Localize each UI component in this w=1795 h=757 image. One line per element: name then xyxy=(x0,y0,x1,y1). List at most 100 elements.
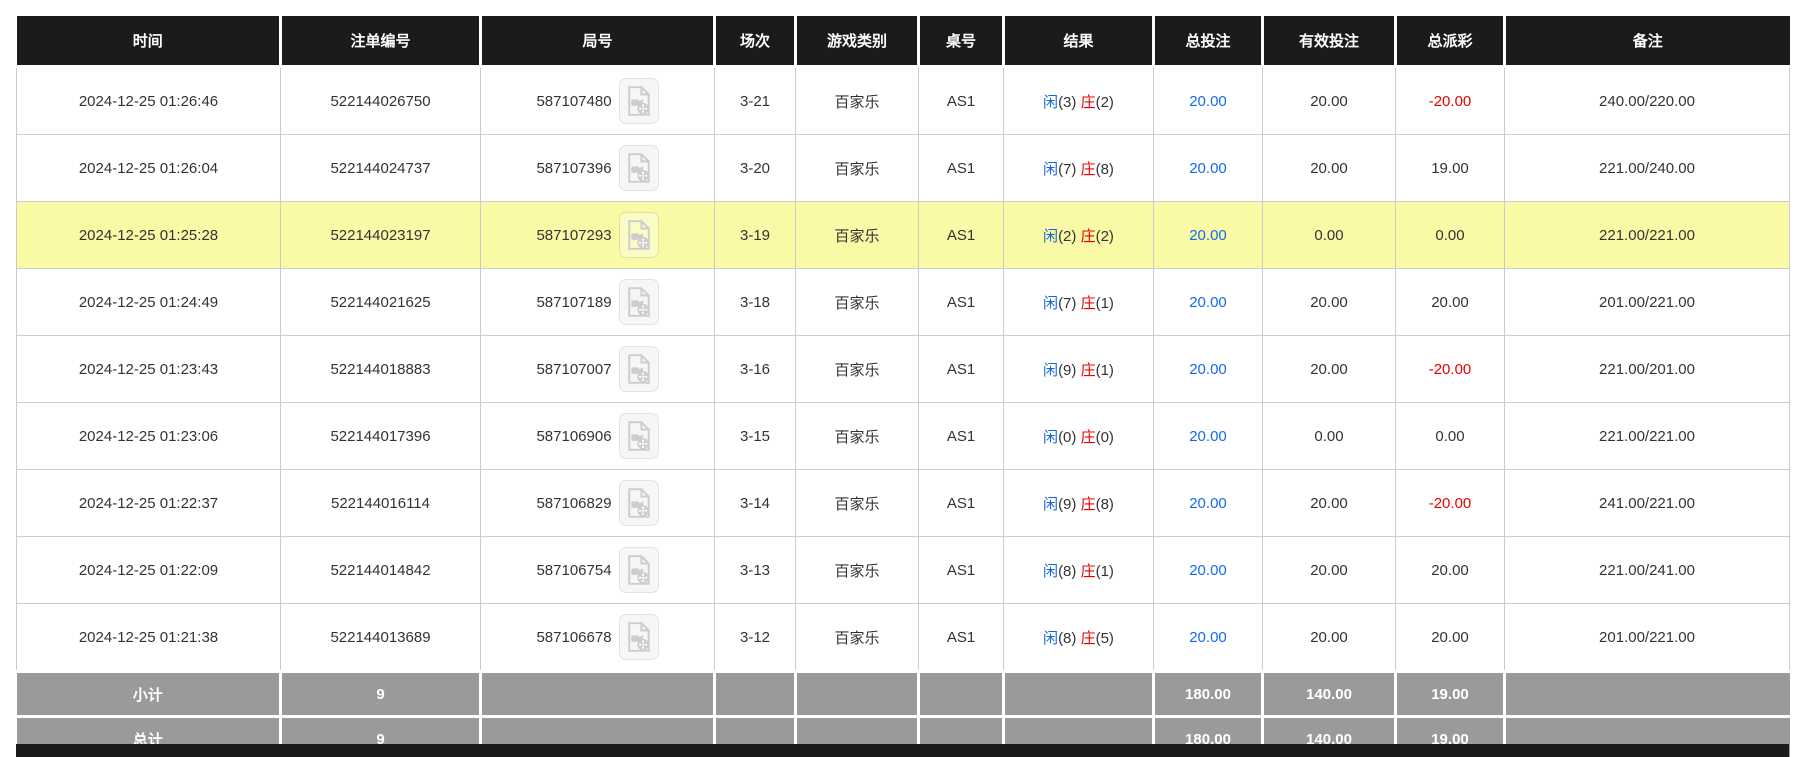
subtotal-cell-table_no xyxy=(919,672,1004,717)
cell-round-id: 587107480 xyxy=(481,67,715,135)
cell-session: 3-20 xyxy=(715,135,796,202)
cell-valid-bet: 0.00 xyxy=(1263,403,1396,470)
total-bet-value[interactable]: 20.00 xyxy=(1189,93,1227,110)
video-replay-button[interactable] xyxy=(619,279,659,325)
video-replay-button[interactable] xyxy=(619,480,659,526)
result-player-label: 闲 xyxy=(1043,161,1058,178)
table-row[interactable]: 2024-12-25 01:26:04522144024737587107396… xyxy=(17,135,1790,202)
result-banker-label: 庄 xyxy=(1081,496,1096,513)
cell-table-no: AS1 xyxy=(919,269,1004,336)
column-header-valid_bet: 有效投注 xyxy=(1263,16,1396,67)
table-row[interactable]: 2024-12-25 01:23:43522144018883587107007… xyxy=(17,336,1790,403)
result-player-score: (7) xyxy=(1058,161,1076,178)
result-player-score: (7) xyxy=(1058,295,1076,312)
cell-session: 3-21 xyxy=(715,67,796,135)
cell-remark: 201.00/221.00 xyxy=(1505,604,1790,672)
total-bet-value[interactable]: 20.00 xyxy=(1189,294,1227,311)
bet-history-screen: 时间注单编号局号场次游戏类别桌号结果总投注有效投注总派彩备注 2024-12-2… xyxy=(0,0,1795,757)
cell-remark: 221.00/201.00 xyxy=(1505,336,1790,403)
total-bet-value[interactable]: 20.00 xyxy=(1189,629,1227,646)
result-player-label: 闲 xyxy=(1043,94,1058,111)
cell-session: 3-14 xyxy=(715,470,796,537)
cell-valid-bet: 20.00 xyxy=(1263,336,1396,403)
round-id-text: 587106906 xyxy=(536,428,611,445)
subtotal-cell-payout: 19.00 xyxy=(1396,672,1505,717)
cell-bet-id: 522144021625 xyxy=(281,269,481,336)
round-id-wrap: 587106829 xyxy=(536,480,658,526)
header-row: 时间注单编号局号场次游戏类别桌号结果总投注有效投注总派彩备注 xyxy=(17,16,1790,67)
cell-result: 闲(3) 庄(2) xyxy=(1004,67,1154,135)
cell-table-no: AS1 xyxy=(919,135,1004,202)
total-bet-value[interactable]: 20.00 xyxy=(1189,361,1227,378)
table-body: 2024-12-25 01:26:46522144026750587107480… xyxy=(17,67,1790,672)
total-bet-value[interactable]: 20.00 xyxy=(1189,428,1227,445)
table-row[interactable]: 2024-12-25 01:21:38522144013689587106678… xyxy=(17,604,1790,672)
cell-valid-bet: 20.00 xyxy=(1263,135,1396,202)
cell-result: 闲(7) 庄(8) xyxy=(1004,135,1154,202)
cell-total-bet: 20.00 xyxy=(1154,403,1263,470)
cell-time: 2024-12-25 01:25:28 xyxy=(17,202,281,269)
cell-session: 3-19 xyxy=(715,202,796,269)
table-row[interactable]: 2024-12-25 01:25:28522144023197587107293… xyxy=(17,202,1790,269)
result-banker-score: (2) xyxy=(1096,228,1114,245)
column-header-game_type: 游戏类别 xyxy=(796,16,919,67)
total-bet-value[interactable]: 20.00 xyxy=(1189,495,1227,512)
cell-payout: 0.00 xyxy=(1396,403,1505,470)
round-id-wrap: 587107396 xyxy=(536,145,658,191)
cell-valid-bet: 20.00 xyxy=(1263,470,1396,537)
subtotal-cell-round_id xyxy=(481,672,715,717)
subtotal-cell-total_bet: 180.00 xyxy=(1154,672,1263,717)
total-bet-value[interactable]: 20.00 xyxy=(1189,160,1227,177)
cell-bet-id: 522144013689 xyxy=(281,604,481,672)
result-banker-score: (1) xyxy=(1096,362,1114,379)
video-replay-button[interactable] xyxy=(619,346,659,392)
cell-round-id: 587107189 xyxy=(481,269,715,336)
video-replay-button[interactable] xyxy=(619,145,659,191)
table-row[interactable]: 2024-12-25 01:26:46522144026750587107480… xyxy=(17,67,1790,135)
subtotal-cell-result xyxy=(1004,672,1154,717)
video-file-icon xyxy=(626,219,652,251)
video-replay-button[interactable] xyxy=(619,614,659,660)
subtotal-cell-session xyxy=(715,672,796,717)
cell-round-id: 587106829 xyxy=(481,470,715,537)
table-row[interactable]: 2024-12-25 01:23:06522144017396587106906… xyxy=(17,403,1790,470)
cell-table-no: AS1 xyxy=(919,403,1004,470)
cell-game-type: 百家乐 xyxy=(796,135,919,202)
video-file-icon xyxy=(626,621,652,653)
total-bet-value[interactable]: 20.00 xyxy=(1189,562,1227,579)
cell-result: 闲(7) 庄(1) xyxy=(1004,269,1154,336)
cell-game-type: 百家乐 xyxy=(796,470,919,537)
subtotal-cell-bet_id: 9 xyxy=(281,672,481,717)
video-replay-button[interactable] xyxy=(619,413,659,459)
result-player-label: 闲 xyxy=(1043,228,1058,245)
total-bet-value[interactable]: 20.00 xyxy=(1189,227,1227,244)
cell-payout: -20.00 xyxy=(1396,67,1505,135)
table-row[interactable]: 2024-12-25 01:22:09522144014842587106754… xyxy=(17,537,1790,604)
video-replay-button[interactable] xyxy=(619,547,659,593)
result-banker-label: 庄 xyxy=(1081,228,1096,245)
cell-valid-bet: 20.00 xyxy=(1263,67,1396,135)
cell-session: 3-18 xyxy=(715,269,796,336)
result-player-score: (0) xyxy=(1058,429,1076,446)
cell-time: 2024-12-25 01:26:46 xyxy=(17,67,281,135)
round-id-wrap: 587107007 xyxy=(536,346,658,392)
cell-total-bet: 20.00 xyxy=(1154,470,1263,537)
cell-remark: 240.00/220.00 xyxy=(1505,67,1790,135)
video-file-icon xyxy=(626,487,652,519)
cell-time: 2024-12-25 01:23:43 xyxy=(17,336,281,403)
column-header-result: 结果 xyxy=(1004,16,1154,67)
video-replay-button[interactable] xyxy=(619,212,659,258)
table-row[interactable]: 2024-12-25 01:24:49522144021625587107189… xyxy=(17,269,1790,336)
video-replay-button[interactable] xyxy=(619,78,659,124)
round-id-text: 587106829 xyxy=(536,495,611,512)
table-row[interactable]: 2024-12-25 01:22:37522144016114587106829… xyxy=(17,470,1790,537)
cell-round-id: 587107293 xyxy=(481,202,715,269)
bet-history-table: 时间注单编号局号场次游戏类别桌号结果总投注有效投注总派彩备注 2024-12-2… xyxy=(16,16,1790,757)
video-file-icon xyxy=(626,420,652,452)
round-id-wrap: 587107293 xyxy=(536,212,658,258)
subtotal-cell-valid_bet: 140.00 xyxy=(1263,672,1396,717)
column-header-payout: 总派彩 xyxy=(1396,16,1505,67)
cell-payout: 19.00 xyxy=(1396,135,1505,202)
result-player-score: (9) xyxy=(1058,496,1076,513)
cell-total-bet: 20.00 xyxy=(1154,336,1263,403)
